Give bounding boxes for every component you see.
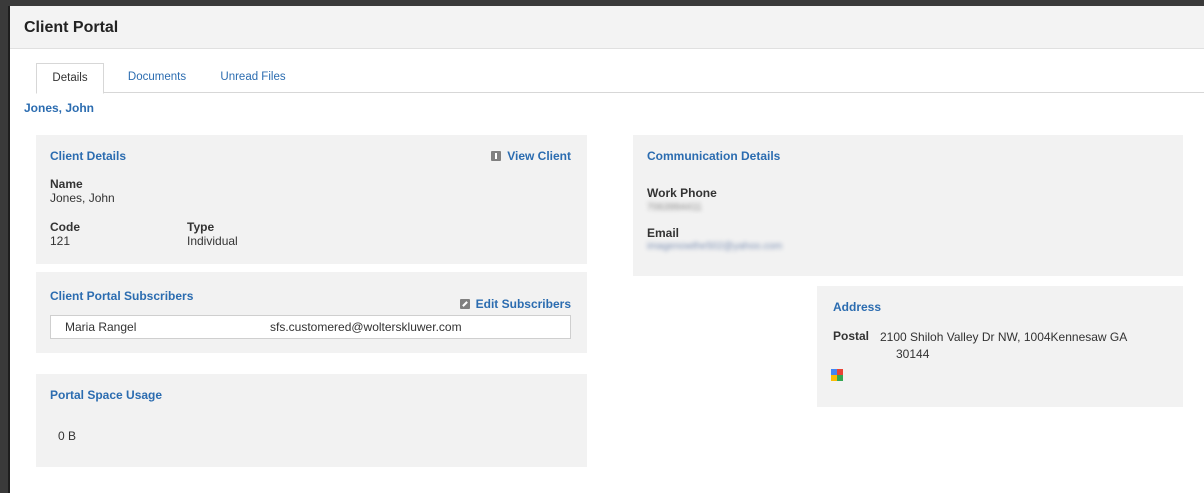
view-client-icon bbox=[491, 151, 502, 161]
edit-subscribers-label: Edit Subscribers bbox=[475, 297, 571, 311]
address-title: Address bbox=[833, 300, 882, 314]
client-portal-window: Client Portal Details Documents Unread F… bbox=[8, 6, 1204, 493]
postal-label: Postal bbox=[833, 329, 870, 343]
client-details-panel: Client Details View Client Name Jones, J… bbox=[36, 135, 587, 264]
communication-panel: Communication Details Work Phone 7063994… bbox=[633, 135, 1183, 276]
tab-documents[interactable]: Documents bbox=[120, 63, 194, 94]
code-value: 121 bbox=[50, 234, 71, 248]
subscribers-table: Maria Rangel sfs.customered@wolterskluwe… bbox=[50, 315, 571, 339]
code-label: Code bbox=[50, 220, 80, 234]
tab-details[interactable]: Details bbox=[36, 63, 104, 94]
email-label: Email bbox=[647, 226, 680, 240]
view-client-link[interactable]: View Client bbox=[491, 149, 571, 163]
email-value[interactable]: imagenowthe502@yahoo.com bbox=[647, 241, 782, 252]
work-phone-value: 7063994411 bbox=[647, 202, 702, 213]
edit-icon bbox=[459, 299, 470, 309]
page-title: Client Portal bbox=[24, 19, 119, 36]
work-phone-label: Work Phone bbox=[647, 186, 717, 200]
communication-title: Communication Details bbox=[647, 149, 781, 163]
map-icon[interactable] bbox=[831, 369, 843, 381]
subscriber-name: Maria Rangel bbox=[65, 320, 137, 334]
address-panel: Address Postal 2100 Shiloh Valley Dr NW,… bbox=[817, 286, 1183, 407]
client-name-heading[interactable]: Jones, John bbox=[24, 101, 94, 115]
tab-bar: Details Documents Unread Files bbox=[36, 63, 1204, 94]
client-details-title: Client Details bbox=[50, 149, 127, 163]
subscriber-email: sfs.customered@wolterskluwer.com bbox=[270, 320, 462, 334]
page-header: Client Portal bbox=[10, 6, 1204, 49]
view-client-label: View Client bbox=[507, 149, 571, 163]
subscribers-title: Client Portal Subscribers bbox=[50, 289, 194, 303]
space-usage-panel: Portal Space Usage 0 B bbox=[36, 374, 587, 467]
postal-line-2: 30144 bbox=[896, 347, 930, 361]
type-label: Type bbox=[187, 220, 215, 234]
space-usage-value: 0 B bbox=[58, 429, 77, 443]
space-usage-title: Portal Space Usage bbox=[50, 388, 163, 402]
type-value: Individual bbox=[187, 234, 238, 248]
name-label: Name bbox=[50, 177, 83, 191]
postal-line-1: 2100 Shiloh Valley Dr NW, 1004Kennesaw G… bbox=[880, 330, 1128, 344]
tab-unread-files[interactable]: Unread Files bbox=[212, 63, 294, 94]
name-value: Jones, John bbox=[50, 191, 115, 205]
subscribers-panel: Client Portal Subscribers Edit Subscribe… bbox=[36, 272, 587, 353]
edit-subscribers-link[interactable]: Edit Subscribers bbox=[459, 297, 571, 311]
